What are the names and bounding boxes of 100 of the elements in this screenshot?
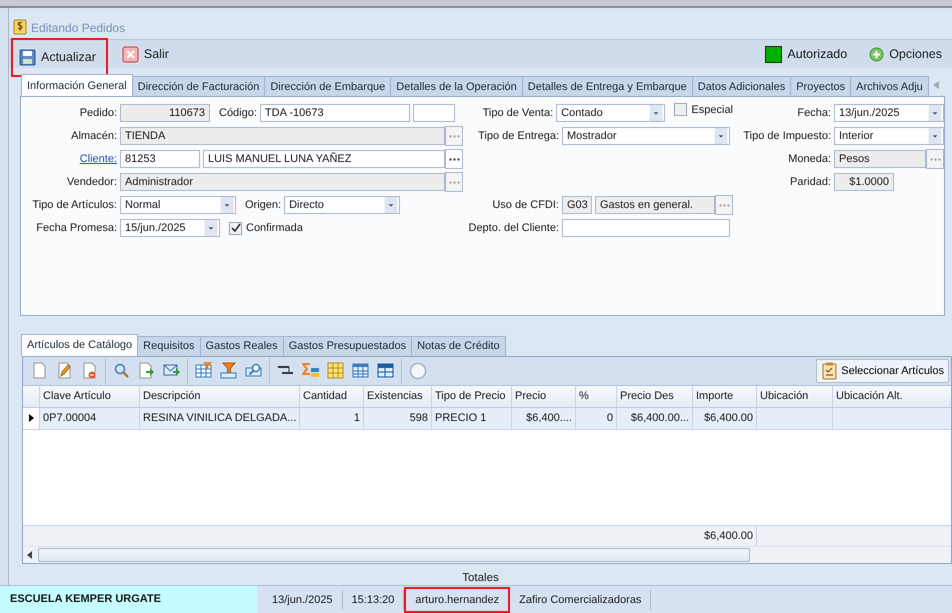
field-label: Código: [219,107,257,120]
field-label: Tipo de Entrega: [477,130,559,142]
checkbox-label: Especial [691,104,733,116]
ellipsis-icon [718,204,730,207]
dropdown[interactable]: Interior [834,127,944,146]
dropdown[interactable]: Directo [284,196,400,214]
table-cell: RESINA VINILICA DELGADA... [140,408,300,429]
table-cell: 0 [576,408,617,429]
status-text: 13/jun./2025 [263,590,343,610]
input-field[interactable]: G03 [562,196,592,214]
options-button[interactable]: Opciones [861,42,950,67]
tab[interactable]: Dirección de Embarque [264,76,392,96]
column-header[interactable]: Clave Artículo [40,386,140,407]
clipboard-icon [821,362,838,380]
field-label: Fecha Promesa: [35,222,117,234]
scroll-left-icon[interactable] [932,80,940,90]
table-cell: $6,400.... [512,408,576,429]
column-header[interactable]: Tipo de Precio [432,386,512,407]
plus-circle-icon [869,46,884,62]
tab[interactable]: Gastos Reales [200,336,284,356]
field-label: Paridad: [789,176,831,188]
status-text: 15:13:20 [342,590,404,610]
input-field[interactable]: $1.0000 [834,173,894,192]
input-field[interactable]: 81253 [120,150,200,168]
tab[interactable]: Proyectos [790,76,852,96]
input-field[interactable]: TIENDA [120,127,445,146]
exit-button[interactable]: Salir [114,40,177,68]
select-articles-button[interactable]: Seleccionar Artículos [816,358,949,383]
document-delete-icon [80,362,98,380]
input-field[interactable]: Pesos [834,150,926,168]
sum-icon [302,362,320,380]
column-header[interactable]: Descripción [140,386,300,407]
table-cell: 0P7.00004 [40,408,140,429]
status-text: arturo.hernandez [404,586,510,612]
column-header[interactable]: Importe [693,386,757,407]
tab[interactable]: Datos Adicionales [692,76,792,96]
field-label: Uso de CFDI: [491,199,559,212]
ellipsis-icon [448,134,460,138]
document-dollar-icon [13,19,27,36]
status-text: Zafiro Comercializadoras [510,590,652,610]
field-label: Pedido: [78,107,117,120]
magnifier-icon [112,362,130,380]
tab[interactable]: Dirección de Facturación [132,76,266,96]
table-cell: 1 [300,408,364,429]
dropdown[interactable]: Normal [120,196,236,214]
field-label: Depto. del Cliente: [468,222,559,234]
field-label: Tipo de Artículos: [31,199,117,212]
field-label: Almacén: [70,130,117,142]
column-header[interactable]: Existencias [364,386,432,407]
dropdown[interactable]: Mostrador [562,127,730,146]
ellipsis-icon [448,180,460,184]
tab[interactable]: Archivos Adju [850,76,929,96]
column-header[interactable]: Ubicación [757,386,833,407]
table-icon [376,362,394,380]
tab[interactable]: Requisitos [137,336,201,356]
table-cell: $6,400.00 [693,408,757,429]
columns-icon [326,362,344,380]
field-label: Origen: [245,199,282,212]
tab[interactable]: Detalles de la Operación [390,76,523,96]
column-header[interactable]: Ubicación Alt. [833,386,952,407]
checkbox[interactable] [674,103,688,116]
status-label: Autorizado [787,47,848,62]
input-field[interactable]: 110673 [120,104,210,122]
input-field[interactable]: Gastos en general. [595,196,715,214]
pencil-icon [56,362,74,380]
customer-link[interactable]: Cliente: [21,153,117,166]
tab[interactable]: Artículos de Catálogo [21,334,138,356]
new-document-icon [30,362,48,380]
tab[interactable]: Detalles de Entrega y Embarque [522,76,693,96]
checkmark-icon [230,223,240,234]
checkbox[interactable] [229,222,242,235]
column-header[interactable]: Precio [512,386,576,407]
tab[interactable]: Notas de Crédito [411,336,506,356]
input-field[interactable]: TDA -10673 [260,104,410,122]
column-header[interactable]: Cantidad [300,386,364,407]
input-field[interactable]: LUIS MANUEL LUNA YAÑEZ [203,150,445,168]
input-field[interactable] [562,219,730,238]
table-cell: $6,400.00... [617,408,693,429]
ellipsis-button[interactable] [445,149,463,170]
circle-icon [408,362,426,380]
tab[interactable]: Gastos Presupuestados [282,336,412,356]
column-header[interactable]: % [576,386,617,407]
table-icon [352,362,370,380]
input-field[interactable] [412,104,455,122]
dropdown[interactable]: 15/jun./2025 [120,219,220,238]
horizontal-scrollbar[interactable] [23,546,951,563]
dropdown[interactable]: Contado [556,104,666,122]
table-filter-icon [194,362,212,380]
column-header[interactable]: Precio Des [617,386,693,407]
totals-label: Totales [462,571,499,585]
tab[interactable]: Información General [21,74,133,96]
document-arrow-icon [138,362,156,380]
field-label: Tipo de Impuesto: [742,130,831,142]
filter-icon [220,362,238,380]
dropdown[interactable]: 13/jun./2025 [834,104,944,122]
window-title: Editando Pedidos [31,21,126,36]
input-field[interactable]: Administrador [120,173,445,192]
field-label: Tipo de Venta: [482,107,554,120]
table-cell: 598 [364,408,432,429]
table-cell: PRECIO 1 [432,408,512,429]
